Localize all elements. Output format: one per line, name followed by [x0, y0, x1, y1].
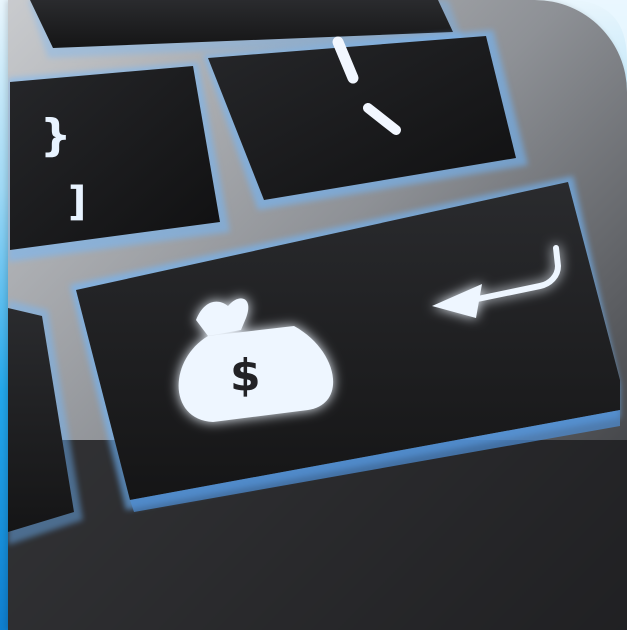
bracket-key: } ]	[8, 62, 230, 262]
dollar-sign: $	[230, 350, 261, 401]
bracket-symbol: ]	[68, 179, 86, 225]
brace-symbol: }	[40, 110, 71, 161]
photo-stage: } ] $	[0, 0, 627, 630]
keyboard-photo: } ] $	[8, 0, 627, 630]
